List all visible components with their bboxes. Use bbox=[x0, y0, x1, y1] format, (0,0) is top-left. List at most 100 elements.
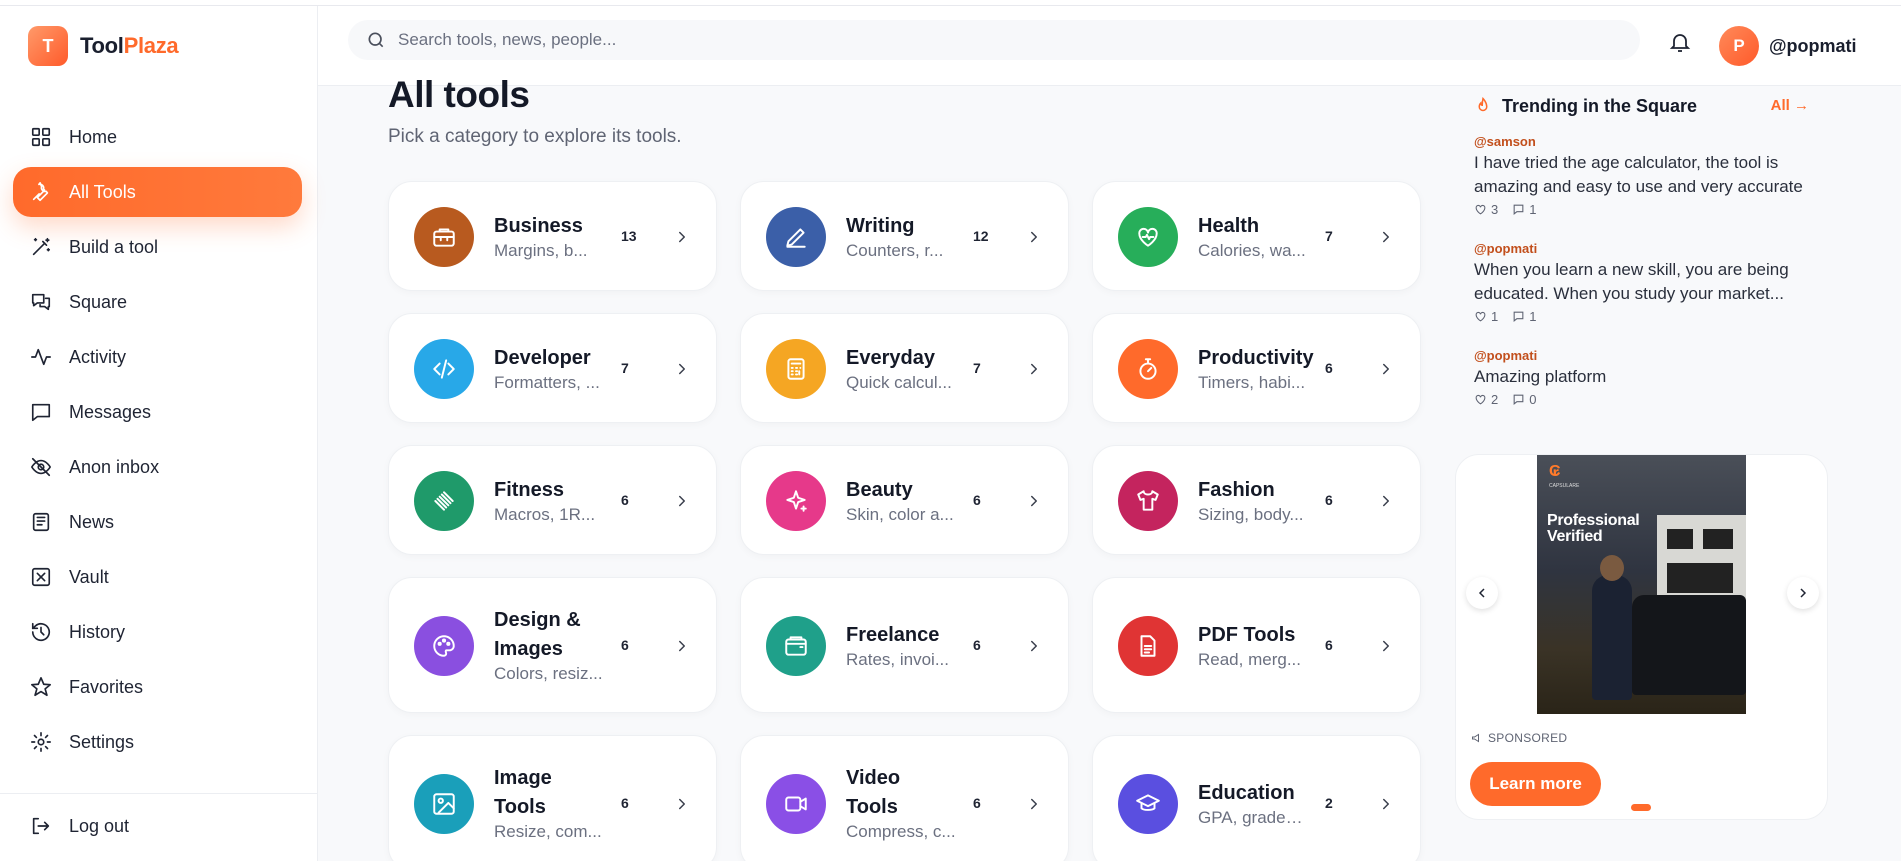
brand-logo-mark: T bbox=[28, 26, 68, 66]
chevron-right-icon bbox=[673, 795, 691, 813]
category-card-developer[interactable]: Developer Formatters, ... 7 bbox=[388, 313, 717, 423]
category-description: Counters, r... bbox=[846, 240, 944, 260]
category-text: Design & Images Colors, resiz... bbox=[494, 606, 604, 684]
comment-count[interactable]: 1 bbox=[1512, 309, 1536, 324]
chevron-right-icon bbox=[1025, 795, 1043, 813]
chevron-right-icon bbox=[1025, 492, 1043, 510]
heart-icon bbox=[1475, 311, 1486, 322]
sidebar-item-label: Build a tool bbox=[69, 236, 159, 257]
category-description: Quick calcul... bbox=[846, 372, 952, 392]
category-name: Health bbox=[1198, 214, 1260, 237]
ad-brand-logo: ₢ bbox=[1549, 463, 1561, 480]
comment-count[interactable]: 0 bbox=[1512, 392, 1536, 407]
post-author[interactable]: @popmati bbox=[1474, 241, 1809, 256]
trending-header: Trending in the Square All → bbox=[1474, 94, 1809, 118]
sidebar-item-history[interactable]: History bbox=[13, 607, 302, 657]
trending-post[interactable]: @samson I have tried the age calculator,… bbox=[1474, 134, 1809, 217]
sidebar-item-anon-inbox[interactable]: Anon inbox bbox=[13, 442, 302, 492]
category-description: Sizing, body... bbox=[1198, 504, 1304, 524]
category-description: Skin, color a... bbox=[846, 504, 954, 524]
chevron-right-icon bbox=[1377, 795, 1395, 813]
ad-image[interactable]: ₢ CAPSULARE Professional Verified bbox=[1537, 455, 1746, 714]
category-description: Timers, habi... bbox=[1198, 372, 1306, 392]
sidebar-item-vault[interactable]: Vault bbox=[13, 552, 302, 602]
category-card-fitness[interactable]: Fitness Macros, 1R... 6 bbox=[388, 445, 717, 555]
sidebar-item-label: Anon inbox bbox=[69, 456, 160, 477]
sidebar-item-activity[interactable]: Activity bbox=[13, 332, 302, 382]
carousel-indicator[interactable] bbox=[1631, 804, 1651, 811]
chevron-right-icon bbox=[1800, 588, 1807, 598]
sidebar-item-news[interactable]: News bbox=[13, 497, 302, 547]
like-count[interactable]: 2 bbox=[1474, 392, 1498, 407]
category-card-education[interactable]: Education GPA, grades... 2 bbox=[1092, 735, 1421, 861]
notifications-button[interactable] bbox=[1668, 30, 1692, 54]
trending-post[interactable]: @popmati When you learn a new skill, you… bbox=[1474, 241, 1809, 324]
category-name: Everyday bbox=[846, 346, 935, 369]
sidebar-item-all-tools[interactable]: All Tools bbox=[13, 167, 302, 217]
heart-icon bbox=[1475, 394, 1486, 405]
category-count: 6 bbox=[621, 637, 629, 653]
comment-icon bbox=[1513, 394, 1524, 405]
learn-more-button[interactable]: Learn more bbox=[1470, 762, 1601, 806]
category-card-beauty[interactable]: Beauty Skin, color a... 6 bbox=[740, 445, 1069, 555]
post-author[interactable]: @samson bbox=[1474, 134, 1809, 149]
video-icon bbox=[766, 774, 826, 834]
comment-icon bbox=[1513, 204, 1524, 215]
sidebar-item-label: Home bbox=[69, 126, 118, 147]
brand-name: ToolPlaza bbox=[80, 33, 179, 58]
category-card-health[interactable]: Health Calories, wa... 7 bbox=[1092, 181, 1421, 291]
user-menu[interactable]: P @popmati bbox=[1719, 26, 1857, 66]
category-card-design-images[interactable]: Design & Images Colors, resiz... 6 bbox=[388, 577, 717, 713]
search-bar[interactable] bbox=[348, 20, 1640, 60]
category-count: 6 bbox=[973, 492, 981, 508]
pen-icon bbox=[766, 207, 826, 267]
trending-post[interactable]: @popmati Amazing platform 2 0 bbox=[1474, 348, 1809, 407]
sidebar-item-label: Settings bbox=[69, 731, 135, 752]
category-card-freelance[interactable]: Freelance Rates, invoi... 6 bbox=[740, 577, 1069, 713]
category-card-business[interactable]: Business Margins, b... 13 bbox=[388, 181, 717, 291]
wrench-icon bbox=[29, 180, 53, 204]
category-card-writing[interactable]: Writing Counters, r... 12 bbox=[740, 181, 1069, 291]
sidebar-item-label: News bbox=[69, 511, 115, 532]
sidebar-item-messages[interactable]: Messages bbox=[13, 387, 302, 437]
sidebar-item-label: Messages bbox=[69, 401, 152, 422]
file-text-icon bbox=[1118, 616, 1178, 676]
like-count[interactable]: 1 bbox=[1474, 309, 1498, 324]
category-description: Resize, com... bbox=[494, 822, 602, 841]
logout-button[interactable]: Log out bbox=[29, 814, 129, 838]
category-count: 6 bbox=[973, 795, 981, 811]
category-text: Developer Formatters, ... bbox=[494, 344, 604, 393]
category-card-video-tools[interactable]: Video Tools Compress, c... 6 bbox=[740, 735, 1069, 861]
category-card-everyday[interactable]: Everyday Quick calcul... 7 bbox=[740, 313, 1069, 423]
search-input[interactable] bbox=[398, 30, 1598, 50]
category-card-image-tools[interactable]: Image Tools Resize, com... 6 bbox=[388, 735, 717, 861]
carousel-prev-button[interactable] bbox=[1466, 577, 1498, 609]
post-author[interactable]: @popmati bbox=[1474, 348, 1809, 363]
chevron-right-icon bbox=[1377, 360, 1395, 378]
sidebar-item-home[interactable]: Home bbox=[13, 112, 302, 162]
post-body: I have tried the age calculator, the too… bbox=[1474, 153, 1803, 196]
category-card-productivity[interactable]: Productivity Timers, habi... 6 bbox=[1092, 313, 1421, 423]
activity-icon bbox=[29, 345, 53, 369]
brand-logo[interactable]: T ToolPlaza bbox=[28, 26, 179, 66]
chevron-right-icon bbox=[673, 360, 691, 378]
category-card-pdf-tools[interactable]: PDF Tools Read, merg... 6 bbox=[1092, 577, 1421, 713]
carousel-next-button[interactable] bbox=[1787, 577, 1819, 609]
sidebar-item-favorites[interactable]: Favorites bbox=[13, 662, 302, 712]
like-count[interactable]: 3 bbox=[1474, 202, 1498, 217]
chevron-right-icon bbox=[1377, 492, 1395, 510]
comment-count[interactable]: 1 bbox=[1512, 202, 1536, 217]
gear-icon bbox=[29, 730, 53, 754]
category-name: Beauty bbox=[846, 478, 913, 501]
trending-all-link[interactable]: All → bbox=[1771, 97, 1809, 114]
sidebar-item-square[interactable]: Square bbox=[13, 277, 302, 327]
sidebar-item-build-a-tool[interactable]: Build a tool bbox=[13, 222, 302, 272]
sidebar-item-settings[interactable]: Settings bbox=[13, 717, 302, 767]
category-text: Video Tools Compress, c... bbox=[846, 764, 956, 842]
bell-icon bbox=[1669, 34, 1691, 52]
category-card-fashion[interactable]: Fashion Sizing, body... 6 bbox=[1092, 445, 1421, 555]
category-name: Fashion bbox=[1198, 478, 1275, 501]
heart-pulse-icon bbox=[1118, 207, 1178, 267]
category-description: Formatters, ... bbox=[494, 372, 600, 392]
logout-label: Log out bbox=[69, 815, 130, 836]
